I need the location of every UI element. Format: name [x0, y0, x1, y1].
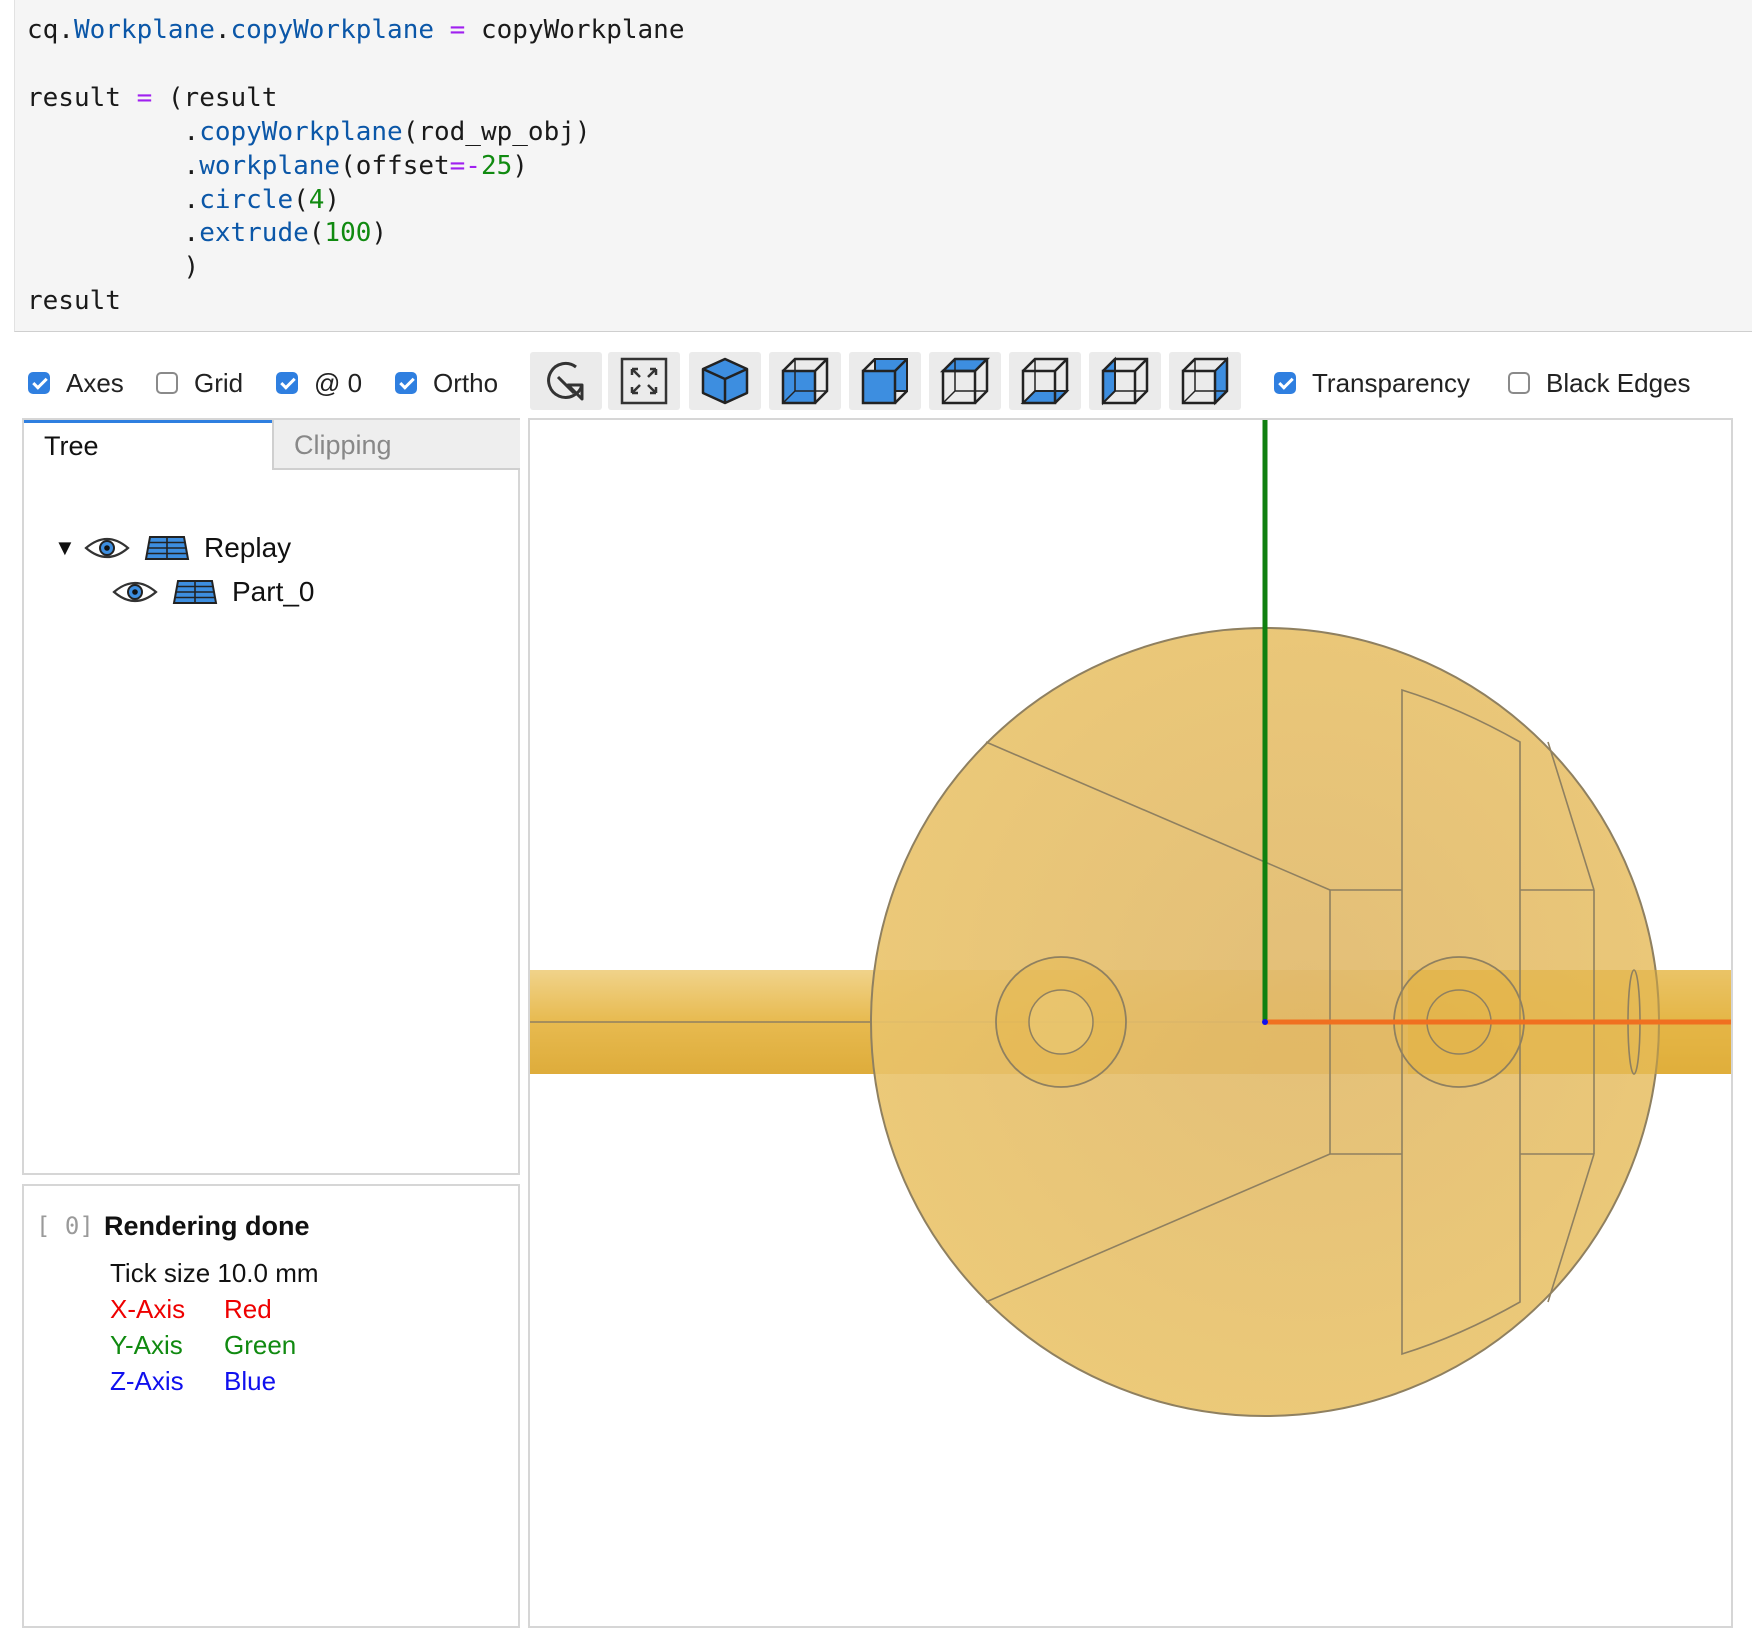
right-view-icon	[1181, 356, 1229, 406]
tab-tree[interactable]: Tree	[24, 420, 272, 470]
z-axis-origin	[1262, 1019, 1268, 1025]
ortho-checkbox[interactable]: Ortho	[395, 368, 498, 398]
x-axis-color: Red	[224, 1294, 272, 1324]
grid-label: Grid	[194, 367, 244, 398]
info-panel: [ 0] Rendering done Tick size 10.0 mm X-…	[22, 1184, 520, 1628]
code-token: workplane	[199, 150, 341, 181]
code-token: 100	[324, 218, 372, 249]
bottom-view-button[interactable]	[1009, 352, 1081, 410]
code-cell[interactable]: cq.Workplane.copyWorkplane = copyWorkpla…	[14, 0, 1752, 332]
caret-down-icon[interactable]: ▼	[54, 535, 84, 561]
code-token: 25	[480, 150, 513, 181]
shapes-icon	[144, 536, 190, 560]
at-zero-label: @ 0	[314, 367, 363, 398]
at-zero-checkbox[interactable]: @ 0	[276, 368, 362, 398]
tree-node-part[interactable]: Part_0	[112, 576, 315, 608]
code-token: (	[293, 184, 309, 215]
code-token: )	[512, 150, 528, 181]
black-edges-label: Black Edges	[1546, 367, 1691, 398]
code-token: copyWorkplane	[199, 116, 403, 147]
viewer-toolbar: Axes Grid @ 0 Ortho Transparency Black E…	[0, 348, 1752, 414]
code-token: .	[214, 15, 231, 45]
black-edges-checkbox-box[interactable]	[1508, 372, 1530, 394]
shape-icon	[172, 580, 218, 604]
scene-canvas[interactable]	[530, 420, 1733, 1628]
x-axis-label: X-Axis	[110, 1294, 186, 1324]
code-token: extrude	[199, 218, 309, 249]
front-view-icon	[781, 357, 829, 405]
code-token: cq.	[27, 15, 74, 45]
code-token: .	[27, 150, 200, 181]
tree-node-label: Replay	[204, 532, 292, 563]
tree-panel: Tree Clipping ▼ Replay Part_0	[22, 418, 520, 1175]
reset-icon	[547, 362, 584, 401]
code-token: .	[27, 116, 200, 147]
transparency-label: Transparency	[1312, 367, 1470, 398]
ortho-label: Ortho	[433, 367, 499, 398]
front-view-button[interactable]	[769, 352, 841, 410]
tick-size-text: Tick size 10.0 mm	[110, 1258, 319, 1288]
transparency-checkbox-box[interactable]	[1274, 372, 1296, 394]
y-axis-label: Y-Axis	[110, 1330, 183, 1360]
black-edges-checkbox[interactable]: Black Edges	[1508, 368, 1691, 398]
code-token: copyWorkplane	[230, 15, 435, 45]
tab-clipping[interactable]: Clipping	[272, 420, 520, 470]
left-view-icon	[1101, 356, 1149, 406]
axes-label: Axes	[66, 367, 124, 398]
reset-view-button[interactable]	[530, 352, 602, 410]
bottom-view-icon	[1020, 357, 1070, 405]
code-token: Workplane	[73, 15, 215, 45]
z-axis-color: Blue	[224, 1366, 277, 1396]
top-view-button[interactable]	[929, 352, 1001, 410]
grid-checkbox[interactable]: Grid	[156, 368, 243, 398]
code-token: copyWorkplane	[465, 15, 685, 45]
code-token: result	[27, 82, 137, 113]
eye-icon[interactable]	[84, 534, 130, 562]
code-token: result	[27, 286, 121, 317]
tree-node-replay[interactable]: ▼ Replay	[54, 532, 291, 564]
eye-icon[interactable]	[112, 578, 158, 606]
code-token: )	[27, 252, 200, 283]
tree-node-label: Part_0	[232, 576, 315, 607]
code-editor[interactable]: cq.Workplane.copyWorkplane = copyWorkpla…	[27, 14, 684, 319]
code-token: )	[324, 184, 341, 215]
ortho-checkbox-box[interactable]	[395, 372, 417, 394]
log-index: [ 0]	[36, 1212, 94, 1240]
left-view-button[interactable]	[1089, 352, 1161, 410]
fit-icon	[620, 357, 668, 405]
3d-viewport[interactable]	[528, 418, 1733, 1628]
top-view-icon	[939, 357, 991, 405]
code-token: )	[371, 218, 388, 249]
rear-view-button[interactable]	[849, 352, 921, 410]
code-token: 4	[308, 184, 325, 215]
at-zero-checkbox-box[interactable]	[276, 372, 298, 394]
rear-view-icon	[861, 358, 908, 405]
right-view-button[interactable]	[1169, 352, 1241, 410]
code-token: =-	[449, 150, 481, 181]
code-token: (result	[152, 82, 278, 113]
hole-inner-left	[1028, 989, 1094, 1055]
transparency-checkbox[interactable]: Transparency	[1274, 368, 1470, 398]
code-token: =	[449, 15, 466, 45]
iso-view-button[interactable]	[689, 352, 761, 410]
code-token: (offset	[340, 150, 450, 181]
iso-view-icon	[701, 357, 749, 405]
log-title: Rendering done	[104, 1211, 310, 1241]
axes-checkbox[interactable]: Axes	[28, 368, 124, 398]
code-token: .	[27, 184, 200, 215]
fit-view-button[interactable]	[608, 352, 680, 410]
axes-checkbox-box[interactable]	[28, 372, 50, 394]
code-token: .	[27, 218, 200, 249]
grid-checkbox-box[interactable]	[156, 372, 178, 394]
code-token: circle	[199, 184, 294, 215]
code-token: (	[308, 218, 325, 249]
z-axis-label: Z-Axis	[110, 1366, 184, 1396]
code-token: =	[136, 82, 153, 113]
y-axis-color: Green	[224, 1330, 297, 1360]
code-token: (rod_wp_obj)	[402, 116, 591, 147]
